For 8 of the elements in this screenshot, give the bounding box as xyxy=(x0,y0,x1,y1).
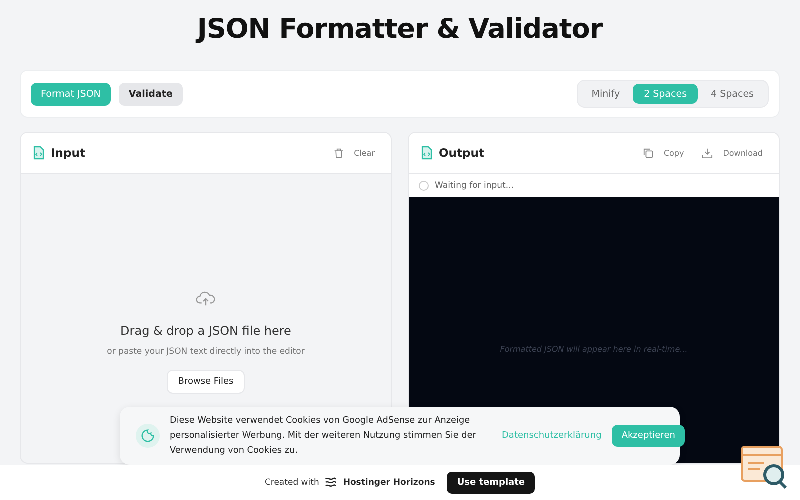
created-with-text: Created with xyxy=(264,478,320,488)
drop-zone-hint: or paste your JSON text directly into the editor xyxy=(107,347,305,357)
panel-title: Input xyxy=(51,146,86,160)
status-text: Waiting for input... xyxy=(435,180,514,190)
brand-name: Hostinger Horizons xyxy=(343,478,436,488)
panel-title: Output xyxy=(439,146,484,160)
page-title: JSON Formatter & Validator xyxy=(194,13,604,47)
drop-zone-title: Drag & drop a JSON file here xyxy=(120,324,292,338)
